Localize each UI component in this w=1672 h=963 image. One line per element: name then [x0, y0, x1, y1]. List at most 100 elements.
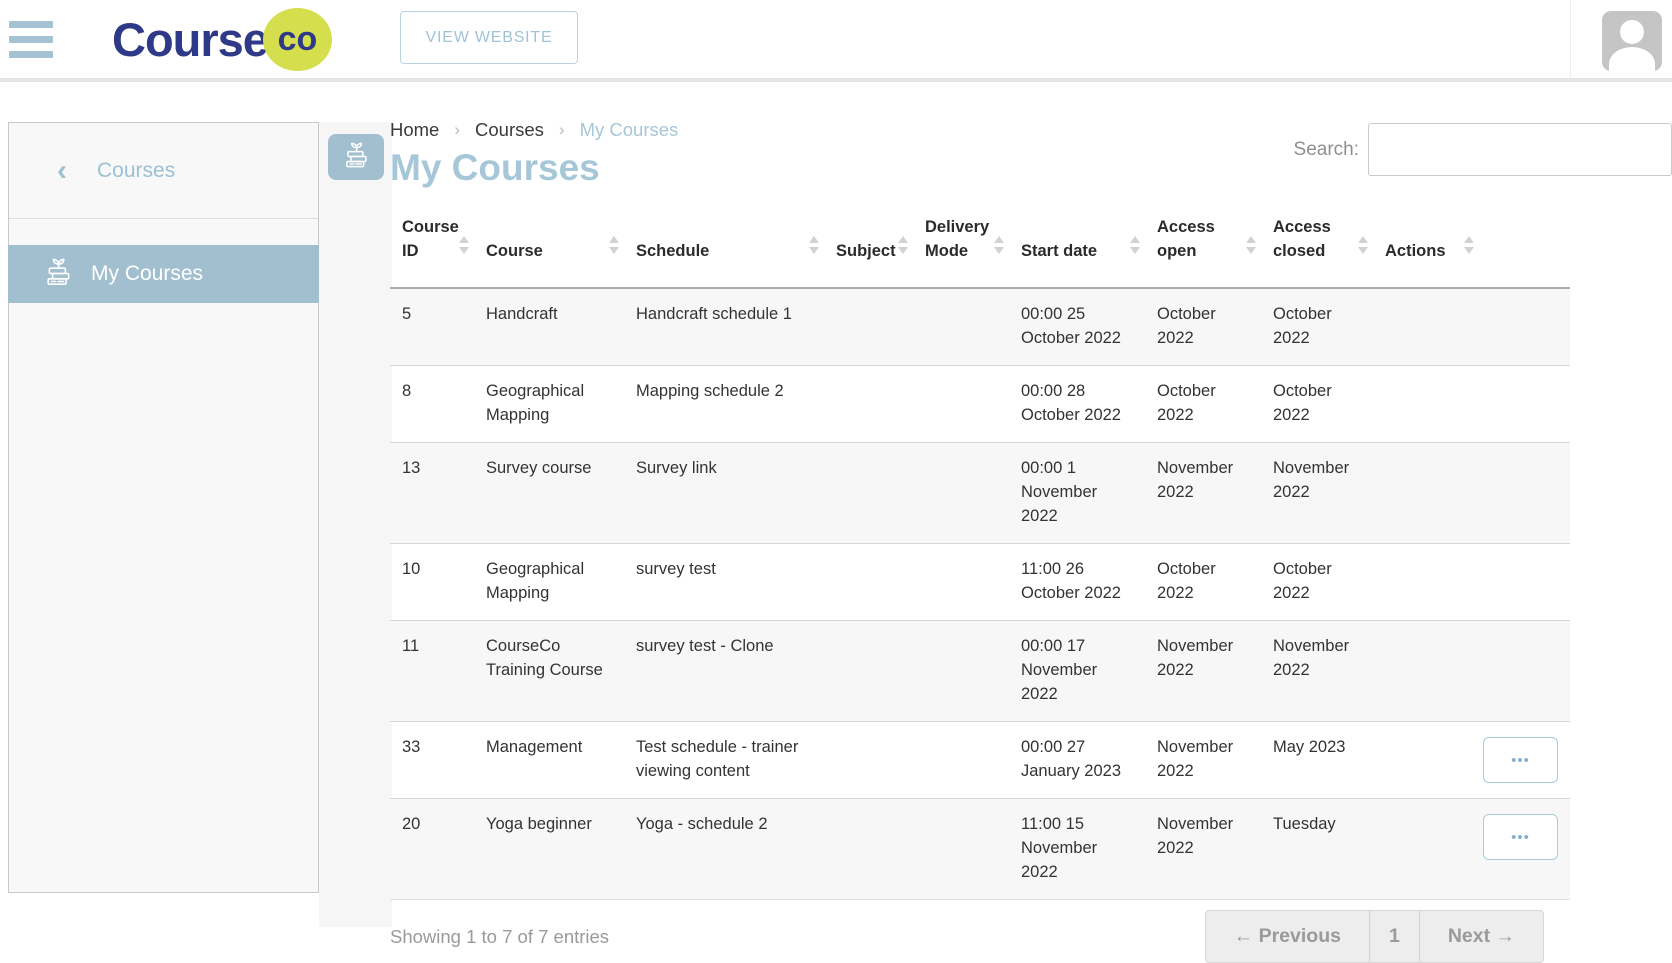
showing-entries-text: Showing 1 to 7 of 7 entries: [390, 926, 609, 948]
cell-schedule: Handcraft schedule 1: [624, 288, 824, 366]
pagination: ← Previous 1 Next →: [1205, 910, 1544, 963]
next-page-button[interactable]: Next →: [1419, 911, 1543, 962]
column-header-course-id[interactable]: Course ID: [390, 205, 474, 288]
cell-access-closed: October 2022: [1261, 288, 1373, 366]
cell-access-open: November 2022: [1145, 621, 1261, 722]
sidebar-item-label: My Courses: [91, 262, 203, 286]
main-content: Search: Home › Courses › My Courses My C…: [390, 110, 1672, 963]
cell-access-closed: November 2022: [1261, 443, 1373, 544]
table-row: 11 CourseCo Training Course survey test …: [390, 621, 1570, 722]
cell-course: Survey course: [474, 443, 624, 544]
column-header-delivery-mode[interactable]: Delivery Mode: [913, 205, 1009, 288]
cell-course-id: 13: [390, 443, 474, 544]
cell-course-id: 10: [390, 544, 474, 621]
table-row: 33 Management Test schedule - trainer vi…: [390, 722, 1570, 799]
courseco-logo[interactable]: Course co: [112, 6, 332, 72]
cell-delivery-mode: [913, 621, 1009, 722]
cell-course-id: 11: [390, 621, 474, 722]
cell-delivery-mode: [913, 544, 1009, 621]
table-row: 8 Geographical Mapping Mapping schedule …: [390, 366, 1570, 443]
avatar-person-icon: [1620, 20, 1644, 44]
row-actions-button[interactable]: •••: [1483, 737, 1558, 783]
cell-subject: [824, 621, 913, 722]
cell-actions: [1373, 621, 1570, 722]
cell-schedule: Mapping schedule 2: [624, 366, 824, 443]
column-header-actions[interactable]: Actions: [1373, 205, 1570, 288]
cell-delivery-mode: [913, 443, 1009, 544]
sort-icon: [809, 236, 819, 254]
cell-start-date: 00:00 17 November 2022: [1009, 621, 1145, 722]
column-header-access-closed[interactable]: Access closed: [1261, 205, 1373, 288]
page-number-button[interactable]: 1: [1369, 911, 1419, 962]
cell-course: Management: [474, 722, 624, 799]
user-avatar[interactable]: [1602, 11, 1662, 71]
view-website-button[interactable]: VIEW WEBSITE: [400, 11, 578, 64]
cell-actions: [1373, 366, 1570, 443]
column-header-access-open[interactable]: Access open: [1145, 205, 1261, 288]
cell-delivery-mode: [913, 722, 1009, 799]
cell-access-open: November 2022: [1145, 443, 1261, 544]
hamburger-menu-icon[interactable]: [9, 21, 53, 58]
cell-schedule: survey test - Clone: [624, 621, 824, 722]
cell-course: Geographical Mapping: [474, 544, 624, 621]
previous-page-button[interactable]: ← Previous: [1206, 911, 1369, 962]
books-sprout-icon: [341, 142, 371, 172]
column-header-schedule[interactable]: Schedule: [624, 205, 824, 288]
cell-course: CourseCo Training Course: [474, 621, 624, 722]
breadcrumb-courses[interactable]: Courses: [475, 118, 544, 142]
sidebar: ‹ Courses My Courses: [8, 122, 319, 893]
cell-access-closed: Tuesday: [1261, 799, 1373, 900]
cell-schedule: survey test: [624, 544, 824, 621]
cell-access-closed: October 2022: [1261, 544, 1373, 621]
cell-actions: •••: [1373, 722, 1570, 799]
logo-text: Course: [112, 12, 268, 67]
cell-actions: [1373, 288, 1570, 366]
cell-actions: [1373, 443, 1570, 544]
cell-subject: [824, 544, 913, 621]
cell-access-closed: November 2022: [1261, 621, 1373, 722]
avatar-person-icon: [1609, 47, 1655, 71]
sidebar-section-label: Courses: [97, 159, 175, 183]
search-bar: Search:: [1294, 123, 1672, 176]
cell-access-open: October 2022: [1145, 366, 1261, 443]
cell-course: Geographical Mapping: [474, 366, 624, 443]
sidebar-item-my-courses[interactable]: My Courses: [8, 245, 319, 303]
cell-start-date: 00:00 25 October 2022: [1009, 288, 1145, 366]
table-header-row: Course ID Course Schedule Subject Delive…: [390, 205, 1570, 288]
cell-access-closed: October 2022: [1261, 366, 1373, 443]
cell-actions: •••: [1373, 799, 1570, 900]
cell-access-open: October 2022: [1145, 544, 1261, 621]
cell-subject: [824, 799, 913, 900]
column-header-subject[interactable]: Subject: [824, 205, 913, 288]
cell-course-id: 5: [390, 288, 474, 366]
cell-schedule: Yoga - schedule 2: [624, 799, 824, 900]
books-sprout-icon: [42, 258, 74, 290]
cell-course: Yoga beginner: [474, 799, 624, 900]
cell-course-id: 33: [390, 722, 474, 799]
courses-rail-icon-button[interactable]: [328, 134, 384, 180]
chevron-left-icon: ‹: [57, 156, 67, 186]
breadcrumb-my-courses: My Courses: [580, 118, 679, 142]
cell-course-id: 8: [390, 366, 474, 443]
top-bar: Course co VIEW WEBSITE: [0, 0, 1672, 78]
table-row: 10 Geographical Mapping survey test 11:0…: [390, 544, 1570, 621]
column-header-course[interactable]: Course: [474, 205, 624, 288]
sort-icon: [1464, 236, 1474, 254]
column-header-start-date[interactable]: Start date: [1009, 205, 1145, 288]
topbar-divider: [1570, 0, 1571, 78]
sort-icon: [1246, 236, 1256, 254]
cell-subject: [824, 288, 913, 366]
table-footer: Showing 1 to 7 of 7 entries ← Previous 1…: [390, 910, 1570, 963]
cell-start-date: 11:00 15 November 2022: [1009, 799, 1145, 900]
cell-course: Handcraft: [474, 288, 624, 366]
search-input[interactable]: [1368, 123, 1672, 176]
logo-badge: co: [263, 8, 332, 71]
courses-table: Course ID Course Schedule Subject Delive…: [390, 205, 1570, 900]
sidebar-back-button[interactable]: ‹ Courses: [9, 123, 318, 219]
sort-icon: [459, 236, 469, 254]
breadcrumb-home[interactable]: Home: [390, 118, 439, 142]
row-actions-button[interactable]: •••: [1483, 814, 1558, 860]
chevron-right-icon: ›: [559, 118, 565, 142]
sort-icon: [1358, 236, 1368, 254]
sort-icon: [609, 236, 619, 254]
